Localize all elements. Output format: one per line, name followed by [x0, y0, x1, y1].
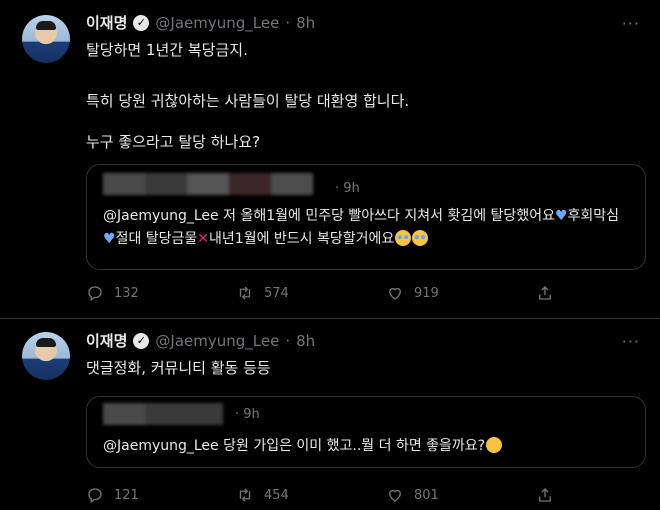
like-icon: [389, 489, 401, 502]
quote-text-part: 절대 탈당금물: [115, 231, 198, 247]
like-count: 919: [414, 285, 439, 301]
quote-text: @Jaemyung_Lee 저 올해1월에 민주당 빨아쓰다 지쳐서 홧김에 탈…: [103, 205, 629, 251]
quote-timestamp: · 9h: [235, 407, 260, 422]
reply-button[interactable]: 132: [86, 284, 236, 302]
quote-text-part: 내년1월에 반드시 복당할거에요: [209, 231, 395, 247]
separator-dot: ·: [285, 13, 291, 32]
reply-button[interactable]: 121: [86, 486, 236, 504]
avatar[interactable]: [22, 15, 70, 63]
quote-tweet[interactable]: · 9h @Jaemyung_Lee 당원 가입은 이미 했고..뭘 더 하면 …: [86, 396, 646, 468]
retweet-button[interactable]: 454: [236, 486, 386, 504]
thinking-face-icon: [486, 437, 503, 453]
handle[interactable]: @Jaemyung_Lee: [155, 14, 279, 32]
tweet[interactable]: 이재명 ✓ @Jaemyung_Lee · 8h ··· 탈당하면 1년간 복당…: [0, 0, 660, 319]
handle[interactable]: @Jaemyung_Lee: [155, 332, 279, 350]
quote-text: @Jaemyung_Lee 당원 가입은 이미 했고..뭘 더 하면 좋을까요?: [103, 435, 629, 458]
tweet-text-line: 누구 좋으라고 탈당 하나요?: [86, 133, 261, 151]
share-icon: [539, 488, 551, 502]
crying-face-icon: [412, 230, 429, 246]
tweet-text-line: 댓글정화, 커뮤니티 활동 등등: [86, 359, 271, 377]
retweet-count: 574: [264, 285, 289, 301]
redacted-author: [103, 403, 223, 425]
action-bar: 121 454 801: [86, 486, 566, 504]
timestamp[interactable]: 8h: [296, 14, 315, 32]
verified-icon: ✓: [133, 14, 150, 31]
tweet-header: 이재명 ✓ @Jaemyung_Lee · 8h: [86, 330, 315, 351]
quote-text-part: 후회막심: [567, 208, 620, 224]
share-button[interactable]: [536, 486, 554, 504]
reply-icon: [88, 286, 102, 302]
tweet-header: 이재명 ✓ @Jaemyung_Lee · 8h: [86, 12, 315, 33]
retweet-icon: [239, 286, 251, 300]
quote-text-part: @Jaemyung_Lee 당원 가입은 이미 했고..뭘 더 하면 좋을까요?: [103, 438, 486, 454]
separator-dot: ·: [285, 331, 291, 350]
quote-text-part: @Jaemyung_Lee 저 올해1월에 민주당 빨아쓰다 지쳐서 홧김에 탈…: [103, 208, 555, 224]
retweet-button[interactable]: 574: [236, 284, 386, 302]
avatar[interactable]: [22, 332, 70, 380]
cross-mark-icon: ✕: [197, 231, 210, 247]
action-bar: 132 574 919: [86, 284, 566, 302]
tweet-text-line: 탈당하면 1년간 복당금지.: [86, 41, 248, 59]
tweet-text-line: 특히 당원 귀찮아하는 사람들이 탈당 대환영 합니다.: [86, 92, 410, 110]
retweet-icon: [239, 488, 251, 502]
like-icon: [389, 287, 401, 300]
quote-timestamp: · 9h: [335, 181, 360, 196]
reply-count: 132: [114, 285, 139, 301]
redacted-author: [103, 173, 313, 195]
quote-tweet[interactable]: · 9h @Jaemyung_Lee 저 올해1월에 민주당 빨아쓰다 지쳐서 …: [86, 164, 646, 270]
retweet-count: 454: [264, 487, 289, 503]
like-button[interactable]: 919: [386, 284, 536, 302]
blue-heart-icon: ♥: [554, 208, 568, 224]
more-icon[interactable]: ···: [622, 14, 640, 33]
crying-face-icon: [395, 230, 412, 246]
like-count: 801: [414, 487, 439, 503]
display-name[interactable]: 이재명: [86, 330, 127, 351]
tweet[interactable]: 이재명 ✓ @Jaemyung_Lee · 8h ··· 댓글정화, 커뮤니티 …: [0, 318, 660, 510]
timestamp[interactable]: 8h: [296, 332, 315, 350]
like-button[interactable]: 801: [386, 486, 536, 504]
more-icon[interactable]: ···: [622, 332, 640, 351]
reply-icon: [88, 488, 102, 504]
display-name[interactable]: 이재명: [86, 12, 127, 33]
blue-heart-icon: ♥: [103, 231, 116, 247]
verified-icon: ✓: [133, 332, 150, 349]
reply-count: 121: [114, 487, 139, 503]
share-button[interactable]: [536, 284, 554, 302]
share-icon: [539, 286, 551, 300]
